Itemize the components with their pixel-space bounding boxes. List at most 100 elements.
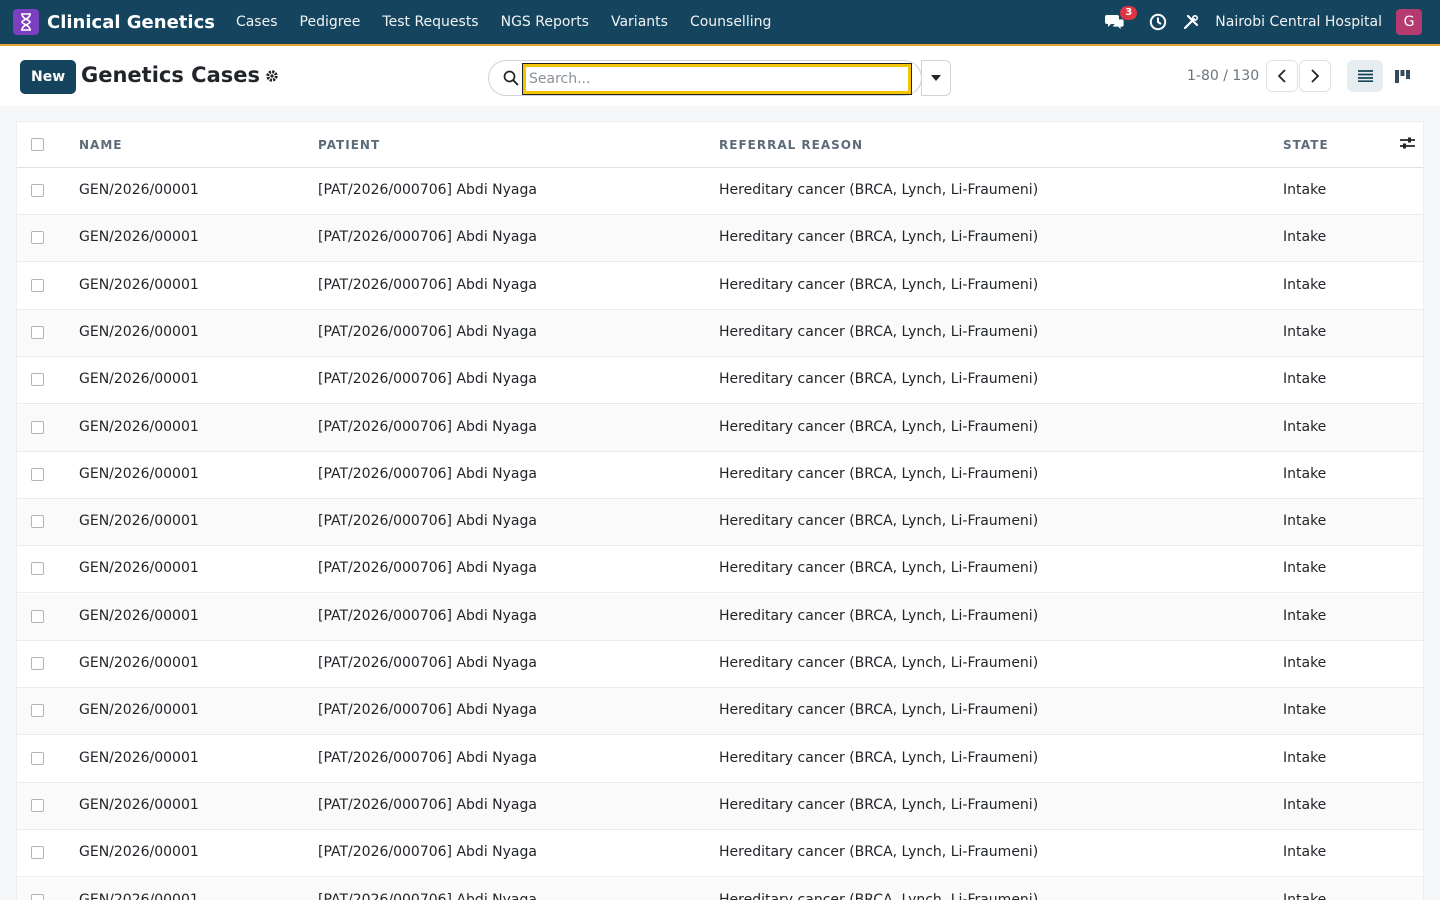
cell-name: GEN/2026/00001 [79, 796, 199, 813]
row-checkbox[interactable] [31, 467, 44, 481]
cell-name: GEN/2026/00001 [79, 655, 199, 671]
cell-state: Intake [1283, 891, 1327, 900]
kanban-icon [1394, 69, 1410, 83]
row-checkbox[interactable] [31, 325, 44, 339]
row-checkbox[interactable] [31, 420, 44, 434]
app-name[interactable]: Clinical Genetics [47, 12, 215, 33]
pager-previous-button[interactable] [1266, 60, 1298, 92]
navbar-systray: 3 Nairobi Central Hospital G [1089, 0, 1422, 44]
table-row[interactable]: GEN/2026/00001 [PAT/2026/000706] Abdi Nya… [17, 546, 1423, 594]
clock-icon [1150, 13, 1167, 31]
cell-referral-reason: Hereditary cancer (BRCA, Lynch, Li-Fraum… [719, 465, 1039, 482]
kanban-view-button[interactable] [1384, 60, 1420, 92]
cell-referral-reason: Hereditary cancer (BRCA, Lynch, Li-Fraum… [719, 560, 1039, 577]
cell-patient: [PAT/2026/000706] Abdi Nyaga [318, 418, 537, 435]
table-row[interactable]: GEN/2026/00001 [PAT/2026/000706] Abdi Nya… [17, 168, 1423, 215]
table-header: NAME PATIENT REFERRAL REASON STATE [17, 122, 1423, 168]
cell-patient: [PAT/2026/000706] Abdi Nyaga [318, 182, 537, 198]
column-header-patient[interactable]: PATIENT [318, 138, 380, 152]
messages-button[interactable]: 3 [1105, 6, 1138, 31]
row-checkbox[interactable] [31, 515, 44, 529]
table-row[interactable]: GEN/2026/00001 [PAT/2026/000706] Abdi Nya… [17, 641, 1423, 688]
cell-name: GEN/2026/00001 [79, 229, 199, 246]
cell-patient: [PAT/2026/000706] Abdi Nyaga [318, 844, 537, 861]
table-row[interactable]: GEN/2026/00001 [PAT/2026/000706] Abdi Nya… [17, 357, 1423, 405]
user-avatar[interactable]: G [1396, 9, 1422, 35]
cell-referral-reason: Hereditary cancer (BRCA, Lynch, Li-Fraum… [719, 655, 1039, 671]
company-switcher[interactable]: Nairobi Central Hospital [1215, 14, 1382, 30]
table-row[interactable]: GEN/2026/00001 [PAT/2026/000706] Abdi Nya… [17, 499, 1423, 547]
cell-referral-reason: Hereditary cancer (BRCA, Lynch, Li-Fraum… [719, 749, 1039, 766]
row-checkbox[interactable] [31, 657, 44, 670]
caret-down-icon [931, 75, 941, 81]
cell-patient: [PAT/2026/000706] Abdi Nyaga [318, 465, 537, 482]
cell-patient: [PAT/2026/000706] Abdi Nyaga [318, 655, 537, 671]
table-row[interactable]: GEN/2026/00001 [PAT/2026/000706] Abdi Nya… [17, 263, 1423, 310]
row-checkbox[interactable] [31, 704, 44, 718]
cell-state: Intake [1283, 418, 1327, 435]
row-checkbox[interactable] [31, 798, 44, 812]
column-header-name[interactable]: NAME [79, 138, 122, 152]
page-title: Genetics Cases [81, 63, 260, 87]
list-view-button[interactable] [1347, 60, 1383, 92]
row-checkbox[interactable] [31, 609, 44, 623]
cell-patient: [PAT/2026/000706] Abdi Nyaga [318, 323, 537, 340]
search-input[interactable] [522, 63, 912, 95]
debug-tools-button[interactable] [1183, 14, 1199, 30]
gear-icon[interactable] [265, 69, 279, 83]
list-icon [1357, 70, 1373, 82]
select-all-checkbox[interactable] [31, 138, 44, 151]
cell-referral-reason: Hereditary cancer (BRCA, Lynch, Li-Fraum… [719, 276, 1039, 293]
pager-value[interactable]: 1-80 / 130 [1187, 68, 1259, 84]
row-checkbox[interactable] [31, 893, 44, 900]
row-checkbox[interactable] [31, 231, 44, 245]
cell-patient: [PAT/2026/000706] Abdi Nyaga [318, 371, 537, 388]
cell-state: Intake [1283, 796, 1327, 813]
row-checkbox[interactable] [31, 562, 44, 576]
cell-patient: [PAT/2026/000706] Abdi Nyaga [318, 749, 537, 766]
cell-state: Intake [1283, 371, 1327, 388]
search-options-toggle[interactable] [921, 60, 951, 96]
new-button[interactable]: New [20, 60, 77, 94]
cell-name: GEN/2026/00001 [79, 371, 199, 388]
cell-state: Intake [1283, 560, 1327, 577]
message-count-badge: 3 [1120, 6, 1138, 20]
nav-item-cases[interactable]: Cases [225, 14, 289, 30]
table-row[interactable]: GEN/2026/00001 [PAT/2026/000706] Abdi Nya… [17, 736, 1423, 783]
row-checkbox[interactable] [31, 278, 44, 292]
table-row[interactable]: GEN/2026/00001 [PAT/2026/000706] Abdi Nya… [17, 309, 1423, 357]
optional-columns-icon[interactable] [1400, 136, 1415, 150]
nav-item-ngs-reports[interactable]: NGS Reports [490, 14, 600, 30]
cell-state: Intake [1283, 702, 1327, 719]
search-icon [503, 70, 519, 86]
row-checkbox[interactable] [31, 184, 44, 197]
column-header-referral-reason[interactable]: REFERRAL REASON [719, 138, 863, 152]
table-row[interactable]: GEN/2026/00001 [PAT/2026/000706] Abdi Nya… [17, 782, 1423, 830]
cell-patient: [PAT/2026/000706] Abdi Nyaga [318, 276, 537, 293]
cell-state: Intake [1283, 607, 1327, 624]
pager-next-button[interactable] [1299, 60, 1331, 92]
nav-item-test-requests[interactable]: Test Requests [371, 14, 489, 30]
row-checkbox[interactable] [31, 846, 44, 860]
cell-state: Intake [1283, 465, 1327, 482]
column-header-state[interactable]: STATE [1283, 138, 1329, 152]
table-row[interactable]: GEN/2026/00001 [PAT/2026/000706] Abdi Nya… [17, 877, 1423, 900]
cell-name: GEN/2026/00001 [79, 276, 199, 293]
cell-referral-reason: Hereditary cancer (BRCA, Lynch, Li-Fraum… [719, 844, 1039, 861]
table-row[interactable]: GEN/2026/00001 [PAT/2026/000706] Abdi Nya… [17, 452, 1423, 499]
cell-referral-reason: Hereditary cancer (BRCA, Lynch, Li-Fraum… [719, 702, 1039, 719]
activity-button[interactable] [1149, 13, 1167, 31]
nav-item-pedigree[interactable]: Pedigree [289, 14, 372, 30]
nav-item-counselling[interactable]: Counselling [679, 14, 782, 30]
table-row[interactable]: GEN/2026/00001 [PAT/2026/000706] Abdi Nya… [17, 215, 1423, 263]
row-checkbox[interactable] [31, 373, 44, 387]
cell-referral-reason: Hereditary cancer (BRCA, Lynch, Li-Fraum… [719, 323, 1039, 340]
cell-name: GEN/2026/00001 [79, 182, 199, 198]
table-row[interactable]: GEN/2026/00001 [PAT/2026/000706] Abdi Nya… [17, 593, 1423, 641]
table-row[interactable]: GEN/2026/00001 [PAT/2026/000706] Abdi Nya… [17, 404, 1423, 452]
dna-app-icon[interactable] [13, 9, 39, 35]
table-row[interactable]: GEN/2026/00001 [PAT/2026/000706] Abdi Nya… [17, 830, 1423, 878]
table-row[interactable]: GEN/2026/00001 [PAT/2026/000706] Abdi Nya… [17, 688, 1423, 736]
row-checkbox[interactable] [31, 751, 44, 765]
nav-item-variants[interactable]: Variants [600, 14, 679, 30]
